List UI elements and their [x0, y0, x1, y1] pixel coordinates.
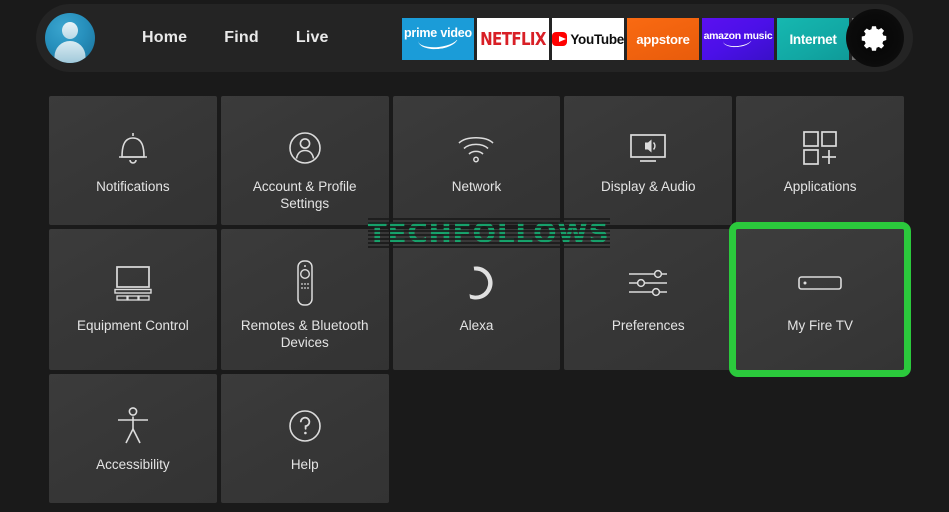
- settings-tile-equipment-control[interactable]: Equipment Control: [49, 229, 217, 370]
- settings-tile-label: Equipment Control: [76, 318, 189, 333]
- settings-tile-label: Applications: [783, 179, 857, 194]
- settings-tile-accessibility[interactable]: Accessibility: [49, 374, 217, 503]
- amazon-smile-icon: [417, 40, 459, 51]
- fire-tv-stick-icon: [796, 255, 844, 311]
- alexa-ring-icon: [456, 255, 496, 311]
- settings-tile-notifications[interactable]: Notifications: [49, 96, 217, 225]
- settings-tile-alexa[interactable]: Alexa: [392, 229, 561, 370]
- settings-tile-help[interactable]: Help: [220, 374, 389, 503]
- settings-tile-label: My Fire TV: [787, 318, 853, 333]
- wifi-icon: [455, 120, 497, 176]
- remote-icon: [293, 255, 317, 311]
- amazon-smile-small-icon: [723, 41, 753, 48]
- app-tile-internet[interactable]: Internet: [777, 18, 849, 60]
- settings-tile-label: Remotes & Bluetooth Devices: [240, 318, 369, 350]
- app-tile-amazon-music[interactable]: amazon music: [702, 18, 774, 60]
- fire-tv-settings-screen: Home Find Live prime video NETFLIX YouTu…: [0, 0, 949, 512]
- settings-row-3: Accessibility Help: [49, 374, 904, 503]
- nav-links: Home Find Live: [142, 4, 329, 72]
- bell-icon: [115, 120, 151, 176]
- settings-tile-label: Accessibility: [96, 457, 170, 472]
- apps-grid-plus-icon: [800, 120, 840, 176]
- settings-tile-label: Alexa: [459, 318, 494, 333]
- person-circle-icon: [285, 120, 325, 176]
- avatar-head: [62, 22, 78, 39]
- settings-tile-label: Notifications: [96, 179, 170, 194]
- settings-tile-label: Preferences: [611, 318, 685, 333]
- settings-tile-remotes-bluetooth-devices[interactable]: Remotes & Bluetooth Devices: [220, 229, 389, 370]
- top-navigation-bar: Home Find Live prime video NETFLIX YouTu…: [36, 4, 913, 72]
- settings-tile-label: Help: [290, 457, 319, 472]
- app-tile-netflix[interactable]: NETFLIX: [477, 18, 549, 60]
- gear-icon: [861, 26, 887, 51]
- settings-tile-label: Account & Profile Settings: [252, 179, 357, 211]
- tv-speaker-icon: [626, 120, 670, 176]
- youtube-wordmark: YouTube: [570, 31, 624, 47]
- nav-item-find[interactable]: Find: [224, 29, 259, 47]
- app-tile-appstore[interactable]: appstore: [627, 18, 699, 60]
- prime-video-wordmark: prime video: [404, 25, 472, 40]
- settings-tile-preferences[interactable]: Preferences: [564, 229, 733, 370]
- settings-tile-account-profile-settings[interactable]: Account & Profile Settings: [220, 96, 389, 225]
- app-tile-youtube[interactable]: YouTube: [552, 18, 624, 60]
- tv-soundbar-icon: [109, 255, 157, 311]
- settings-row-2: Equipment Control Remotes & Bluetooth De…: [49, 222, 911, 377]
- settings-tile-grid: Notifications Account & Profile Settings: [49, 96, 911, 507]
- settings-tile-label: Network: [451, 179, 502, 194]
- settings-gear-button[interactable]: [846, 9, 904, 67]
- profile-avatar[interactable]: [45, 13, 95, 63]
- watermark-text: TECHFOLLOWS: [368, 218, 610, 249]
- nav-item-home[interactable]: Home: [142, 29, 187, 47]
- watermark-techfollows: TECHFOLLOWS: [368, 218, 610, 249]
- settings-row-1: Notifications Account & Profile Settings: [49, 96, 904, 225]
- settings-tile-applications[interactable]: Applications: [736, 96, 904, 225]
- settings-tile-label: Display & Audio: [601, 179, 696, 194]
- settings-tile-network[interactable]: Network: [392, 96, 561, 225]
- app-tile-prime-video[interactable]: prime video: [402, 18, 474, 60]
- netflix-wordmark: NETFLIX: [480, 28, 546, 50]
- settings-tile-display-audio[interactable]: Display & Audio: [564, 96, 733, 225]
- internet-wordmark: Internet: [789, 31, 837, 47]
- app-shortcut-tiles: prime video NETFLIX YouTube appstore ama…: [402, 18, 888, 60]
- accessibility-person-icon: [113, 398, 153, 454]
- appstore-wordmark: appstore: [636, 31, 690, 47]
- youtube-play-icon: [552, 32, 568, 46]
- question-circle-icon: [285, 398, 325, 454]
- sliders-icon: [625, 255, 671, 311]
- nav-item-live[interactable]: Live: [296, 29, 329, 47]
- settings-tile-my-fire-tv[interactable]: My Fire TV: [729, 222, 911, 377]
- avatar-body: [54, 41, 86, 63]
